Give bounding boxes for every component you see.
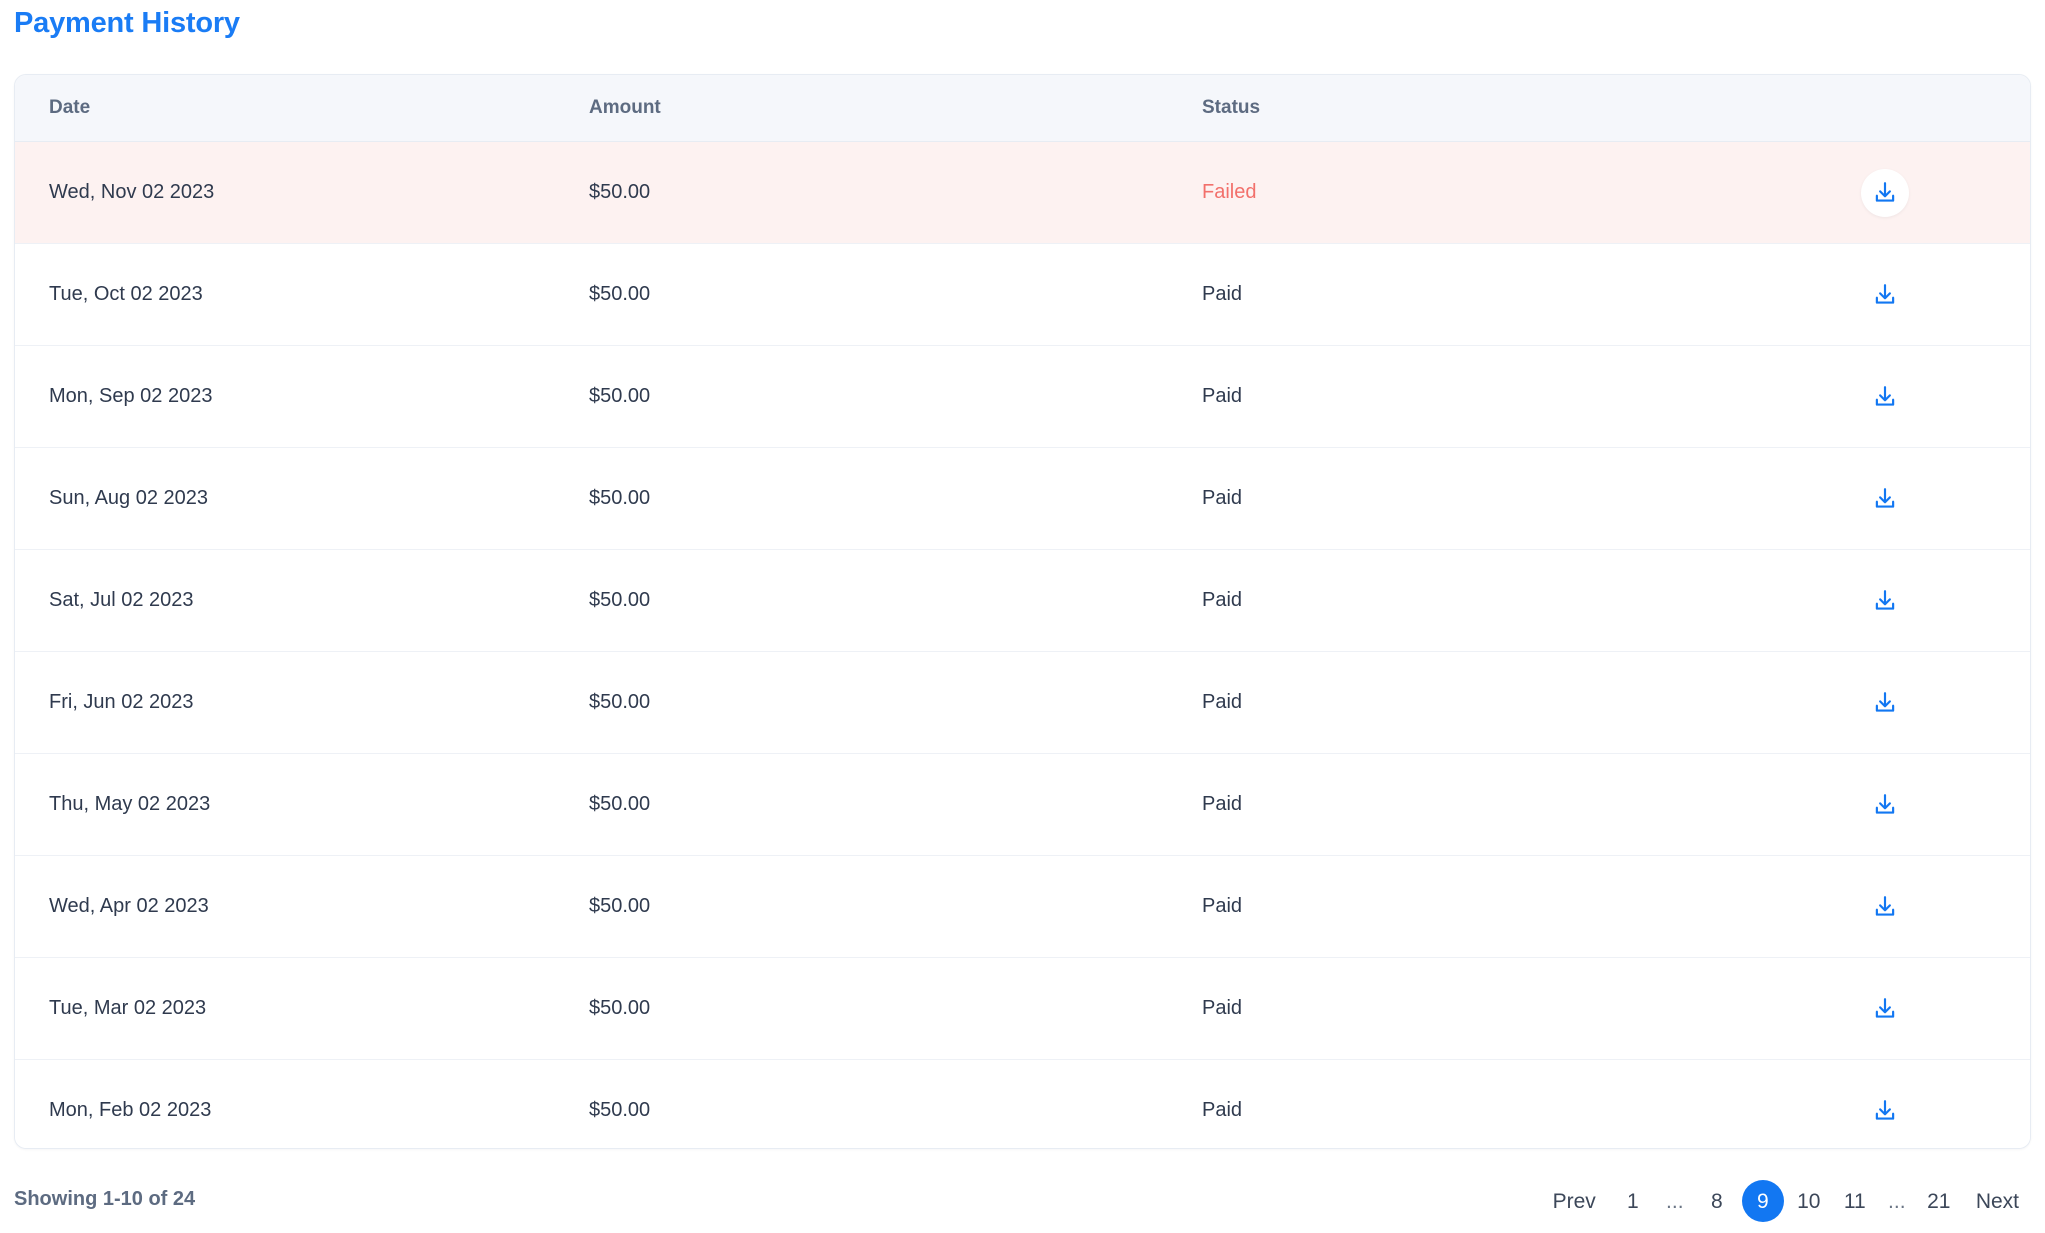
download-invoice-button[interactable] [1861, 883, 1909, 931]
table-row: Wed, Nov 02 2023 $50.00 Failed [15, 141, 2030, 244]
cell-amount: $50.00 [589, 793, 651, 815]
cell-status: Paid [1202, 487, 1243, 509]
cell-action [1820, 346, 2030, 448]
cell-date: Wed, Apr 02 2023 [49, 895, 209, 917]
download-invoice-button[interactable] [1861, 985, 1909, 1033]
cell-action [1820, 652, 2030, 754]
pagination-page-21[interactable]: 21 [1918, 1180, 1960, 1222]
download-invoice-button[interactable] [1861, 271, 1909, 319]
column-header-status: Status [1202, 75, 1820, 142]
cell-status: Paid [1202, 283, 1243, 305]
cell-status: Failed [1202, 181, 1257, 203]
download-invoice-button[interactable] [1861, 475, 1909, 523]
column-header-amount: Amount [589, 75, 1202, 142]
download-icon [1872, 180, 1898, 206]
cell-amount: $50.00 [589, 1099, 651, 1122]
cell-status: Paid [1202, 385, 1243, 407]
cell-amount: $50.00 [589, 691, 651, 713]
cell-amount: $50.00 [589, 487, 651, 509]
download-icon [1872, 894, 1898, 920]
table-footer: Showing 1-10 of 24 Prev 1... 8 9 10 11... 21 … [0, 1180, 2045, 1233]
showing-range-text: Showing 1-10 of 24 [14, 1188, 196, 1210]
download-icon [1872, 1098, 1898, 1124]
cell-action [1820, 244, 2030, 346]
table-row: Thu, May 02 2023 $50.00 Paid [15, 753, 2030, 856]
download-icon [1872, 996, 1898, 1022]
cell-date: Mon, Feb 02 2023 [49, 1099, 212, 1122]
pagination: Prev 1... 8 9 10 11... 21 Next [1541, 1180, 2031, 1222]
pagination-page-8[interactable]: 8 [1696, 1180, 1738, 1222]
download-icon [1872, 486, 1898, 512]
table-row: Wed, Apr 02 2023 $50.00 Paid [15, 855, 2030, 958]
table-row: Tue, Oct 02 2023 $50.00 Paid [15, 243, 2030, 346]
table-row: Sun, Aug 02 2023 $50.00 Paid [15, 447, 2030, 550]
cell-status: Paid [1202, 1099, 1243, 1122]
pagination-next-button[interactable]: Next [1964, 1180, 2031, 1222]
table-row: Fri, Jun 02 2023 $50.00 Paid [15, 651, 2030, 754]
pagination-prev-button[interactable]: Prev [1541, 1180, 1608, 1222]
pagination-page-11[interactable]: 11 [1834, 1180, 1876, 1222]
table-row: Mon, Sep 02 2023 $50.00 Paid [15, 345, 2030, 448]
cell-action [1820, 142, 2030, 244]
cell-date: Sat, Jul 02 2023 [49, 589, 194, 611]
cell-action [1820, 958, 2030, 1060]
cell-action [1820, 448, 2030, 550]
table-row: Mon, Feb 02 2023 $50.00 Paid [15, 1059, 2030, 1149]
cell-status: Paid [1202, 895, 1243, 917]
payment-history-table-card: Date Amount Status Wed, Nov 02 2023 $50.0… [14, 74, 2031, 1149]
cell-date: Wed, Nov 02 2023 [49, 181, 215, 203]
column-header-action [1820, 75, 2030, 142]
download-icon [1872, 690, 1898, 716]
table-row: Tue, Mar 02 2023 $50.00 Paid [15, 957, 2030, 1060]
download-invoice-button[interactable] [1861, 781, 1909, 829]
cell-date: Tue, Oct 02 2023 [49, 283, 203, 305]
page-title: Payment History [14, 7, 240, 39]
download-icon [1872, 282, 1898, 308]
cell-status: Paid [1202, 997, 1243, 1019]
download-invoice-button[interactable] [1861, 679, 1909, 727]
payment-history-table: Date Amount Status Wed, Nov 02 2023 $50.0… [15, 75, 2030, 1149]
download-invoice-button[interactable] [1861, 168, 1909, 217]
table-header: Date Amount Status [15, 75, 2030, 142]
cell-date: Tue, Mar 02 2023 [49, 997, 207, 1019]
cell-action [1820, 856, 2030, 958]
download-invoice-button[interactable] [1861, 577, 1909, 625]
cell-date: Mon, Sep 02 2023 [49, 385, 213, 407]
cell-date: Thu, May 02 2023 [49, 793, 211, 815]
cell-date: Sun, Aug 02 2023 [49, 487, 209, 509]
cell-amount: $50.00 [589, 283, 651, 305]
payment-history-page: Payment History Date Amount Status Wed, … [0, 0, 2045, 1233]
pagination-page-10[interactable]: 10 [1788, 1180, 1830, 1222]
cell-action [1820, 1060, 2030, 1149]
download-icon [1872, 792, 1898, 818]
cell-status: Paid [1202, 589, 1243, 611]
column-header-date: Date [15, 75, 589, 142]
cell-action [1820, 550, 2030, 652]
pagination-ellipsis: ... [1666, 1189, 1684, 1213]
cell-status: Paid [1202, 793, 1243, 815]
table-row: Sat, Jul 02 2023 $50.00 Paid [15, 549, 2030, 652]
cell-amount: $50.00 [589, 895, 651, 917]
table-header-row: Date Amount Status [15, 75, 2030, 142]
pagination-page-9[interactable]: 9 [1741, 1180, 1784, 1222]
download-invoice-button[interactable] [1861, 1087, 1909, 1135]
pagination-ellipsis: ... [1888, 1189, 1906, 1213]
cell-status: Paid [1202, 691, 1243, 713]
cell-amount: $50.00 [589, 589, 651, 611]
download-invoice-button[interactable] [1861, 373, 1909, 421]
pagination-page-1[interactable]: 1 [1612, 1180, 1654, 1222]
cell-amount: $50.00 [589, 385, 651, 407]
cell-amount: $50.00 [589, 181, 651, 203]
table-body: Wed, Nov 02 2023 $50.00 Failed Tue, Oct 02… [15, 141, 2030, 1149]
cell-date: Fri, Jun 02 2023 [49, 691, 194, 713]
cell-action [1820, 754, 2030, 856]
download-icon [1872, 588, 1898, 614]
download-icon [1872, 384, 1898, 410]
cell-amount: $50.00 [589, 997, 651, 1019]
